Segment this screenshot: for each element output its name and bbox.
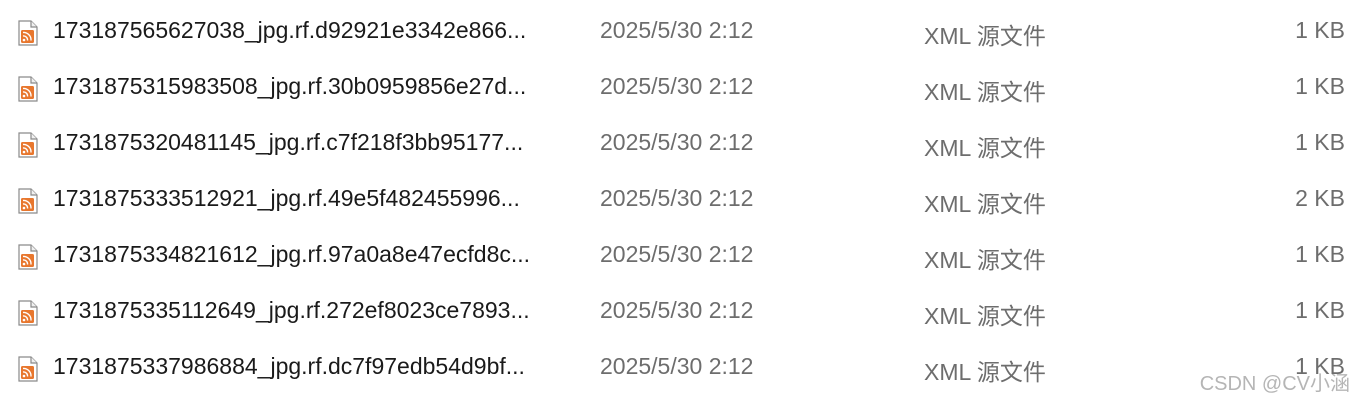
file-type: XML 源文件 bbox=[924, 79, 1046, 105]
file-date: 2025/5/30 2:12 bbox=[600, 353, 754, 379]
file-name[interactable]: 1731875335112649_jpg.rf.272ef8023ce7893.… bbox=[53, 297, 530, 324]
file-size: 1 KB bbox=[1295, 17, 1345, 43]
file-row[interactable]: 1731875320481145_jpg.rf.c7f218f3bb95177.… bbox=[0, 116, 1356, 172]
file-date: 2025/5/30 2:12 bbox=[600, 17, 754, 43]
file-size: 1 KB bbox=[1295, 129, 1345, 155]
file-size: 1 KB bbox=[1295, 241, 1345, 267]
file-name[interactable]: 1731875333512921_jpg.rf.49e5f482455996..… bbox=[53, 185, 520, 212]
xml-file-icon bbox=[17, 76, 39, 102]
file-date: 2025/5/30 2:12 bbox=[600, 129, 754, 155]
xml-file-icon bbox=[17, 356, 39, 382]
file-date: 2025/5/30 2:12 bbox=[600, 297, 754, 323]
xml-file-icon bbox=[17, 20, 39, 46]
file-row[interactable]: 1731875315983508_jpg.rf.30b0959856e27d..… bbox=[0, 60, 1356, 116]
xml-file-icon bbox=[17, 188, 39, 214]
xml-file-icon bbox=[17, 300, 39, 326]
file-size: 1 KB bbox=[1295, 297, 1345, 323]
file-row[interactable]: 173187565627038_jpg.rf.d92921e3342e866..… bbox=[0, 4, 1356, 60]
file-row[interactable]: 1731875334821612_jpg.rf.97a0a8e47ecfd8c.… bbox=[0, 228, 1356, 284]
file-name[interactable]: 1731875320481145_jpg.rf.c7f218f3bb95177.… bbox=[53, 129, 523, 156]
file-size: 1 KB bbox=[1295, 73, 1345, 99]
file-date: 2025/5/30 2:12 bbox=[600, 73, 754, 99]
file-type: XML 源文件 bbox=[924, 359, 1046, 385]
file-row[interactable]: 1731875333512921_jpg.rf.49e5f482455996..… bbox=[0, 172, 1356, 228]
xml-file-icon bbox=[17, 132, 39, 158]
file-type: XML 源文件 bbox=[924, 23, 1046, 49]
file-type: XML 源文件 bbox=[924, 247, 1046, 273]
file-type: XML 源文件 bbox=[924, 191, 1046, 217]
file-type: XML 源文件 bbox=[924, 303, 1046, 329]
file-list: 173187565627038_jpg.rf.d92921e3342e866..… bbox=[0, 4, 1356, 396]
file-name[interactable]: 1731875337986884_jpg.rf.dc7f97edb54d9bf.… bbox=[53, 353, 525, 380]
file-date: 2025/5/30 2:12 bbox=[600, 185, 754, 211]
file-row[interactable]: 1731875335112649_jpg.rf.272ef8023ce7893.… bbox=[0, 284, 1356, 340]
file-row[interactable]: 1731875337986884_jpg.rf.dc7f97edb54d9bf.… bbox=[0, 340, 1356, 396]
file-type: XML 源文件 bbox=[924, 135, 1046, 161]
file-date: 2025/5/30 2:12 bbox=[600, 241, 754, 267]
file-name[interactable]: 1731875334821612_jpg.rf.97a0a8e47ecfd8c.… bbox=[53, 241, 530, 268]
file-size: 2 KB bbox=[1295, 185, 1345, 211]
file-name[interactable]: 173187565627038_jpg.rf.d92921e3342e866..… bbox=[53, 17, 526, 44]
csdn-watermark: CSDN @CV小涵 bbox=[1199, 373, 1350, 395]
xml-file-icon bbox=[17, 244, 39, 270]
file-name[interactable]: 1731875315983508_jpg.rf.30b0959856e27d..… bbox=[53, 73, 526, 100]
